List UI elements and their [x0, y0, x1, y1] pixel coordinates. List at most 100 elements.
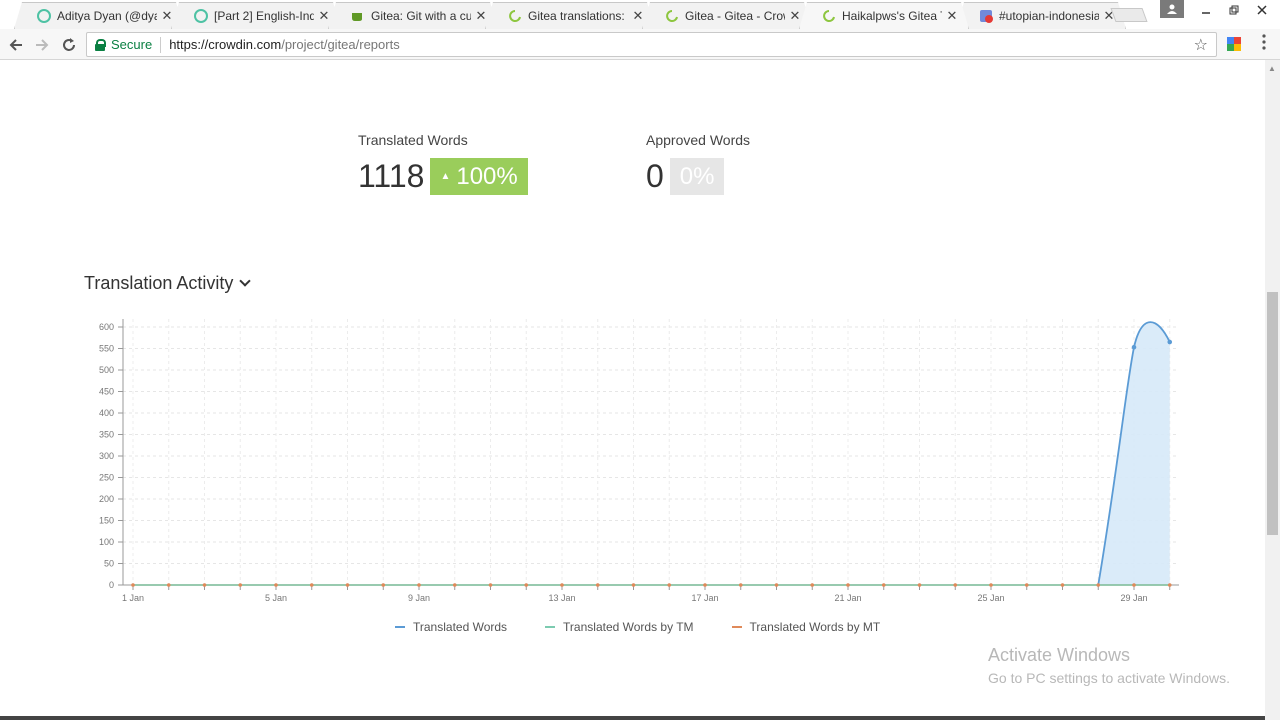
mt-point	[560, 583, 564, 587]
y-tick-label: 500	[99, 365, 114, 375]
chart-legend: Translated Words Translated Words by TM …	[395, 620, 918, 634]
steemit-favicon-icon	[194, 9, 208, 23]
watermark-subtitle: Go to PC settings to activate Windows.	[988, 670, 1230, 686]
tab-title: [Part 2] English-Indo	[214, 9, 314, 23]
browser-tab-5[interactable]: Gitea - Gitea - Crow ✕	[642, 2, 812, 29]
gitea-favicon-icon	[351, 9, 365, 23]
back-arrow-icon[interactable]	[6, 35, 26, 55]
y-tick-label: 200	[99, 494, 114, 504]
watermark-title: Activate Windows	[988, 645, 1131, 665]
legend-label: Translated Words by TM	[563, 620, 694, 634]
mt-point	[667, 583, 672, 587]
y-tick-label: 350	[99, 430, 114, 440]
translation-activity-chart: 0 50 100 150 200 250 300 350 400 450 500 550 600 1 Ja…	[99, 319, 1179, 603]
translated-point	[1167, 339, 1173, 345]
address-bar[interactable]: Secure https://crowdin.com/project/gitea…	[86, 32, 1217, 57]
mt-point	[202, 583, 207, 587]
browser-tab-2[interactable]: [Part 2] English-Indo ✕	[171, 2, 341, 29]
browser-tab-7[interactable]: #utopian-indonesia ✕	[956, 2, 1126, 29]
steemit-favicon-icon	[37, 9, 51, 23]
mt-point	[381, 583, 386, 587]
y-tick-label: 150	[99, 516, 114, 526]
mt-point	[417, 583, 421, 587]
y-tick-label: 550	[99, 344, 114, 354]
browser-tab-3[interactable]: Gitea: Git with a cup ✕	[328, 2, 498, 29]
chat-favicon-icon	[979, 9, 993, 23]
mt-point	[595, 583, 600, 587]
mt-point	[1024, 583, 1029, 587]
browser-tab-1[interactable]: Aditya Dyan (@dyan ✕	[14, 2, 184, 29]
tab-title: Gitea translations: c	[528, 9, 628, 23]
close-tab-icon[interactable]: ✕	[161, 8, 173, 24]
restore-window-icon[interactable]	[1220, 0, 1248, 20]
omnibox-separator	[160, 36, 162, 53]
mt-point	[631, 583, 636, 587]
mt-point	[881, 583, 886, 587]
tab-strip: Aditya Dyan (@dyan ✕ [Part 2] English-In…	[0, 0, 1280, 29]
mt-point	[131, 583, 135, 587]
y-tick-label: 300	[99, 451, 114, 461]
windows-activation-watermark: Activate Windows Go to PC settings to ac…	[988, 645, 1230, 686]
close-tab-icon[interactable]: ✕	[475, 8, 487, 24]
extension-icon[interactable]	[1227, 37, 1241, 51]
tab-title: Haikalpws's Gitea Tr	[842, 9, 942, 23]
x-tick-label: 17 Jan	[691, 593, 718, 603]
legend-swatch-tm	[545, 626, 556, 628]
scroll-thumb[interactable]	[1267, 292, 1278, 535]
minimize-window-icon[interactable]	[1192, 0, 1220, 20]
reload-icon[interactable]	[59, 35, 79, 55]
tab-title: Gitea - Gitea - Crow	[685, 9, 785, 23]
mt-point	[774, 583, 779, 587]
y-tick-label: 250	[99, 473, 114, 483]
legend-item-tm[interactable]: Translated Words by TM	[545, 620, 694, 634]
user-profile-icon[interactable]	[1160, 0, 1184, 18]
tab-title: Aditya Dyan (@dyan	[57, 9, 157, 23]
tab-title: Gitea: Git with a cup	[371, 9, 471, 23]
legend-item-mt[interactable]: Translated Words by MT	[731, 620, 881, 634]
mt-point	[989, 583, 993, 587]
close-tab-icon[interactable]: ✕	[946, 8, 958, 24]
tab-title: #utopian-indonesia	[999, 9, 1099, 23]
mt-point	[1132, 583, 1136, 587]
mt-point	[810, 583, 815, 587]
browser-menu-icon[interactable]	[1258, 34, 1270, 50]
legend-item-translated[interactable]: Translated Words	[395, 620, 507, 634]
translated-point	[1131, 344, 1137, 350]
close-tab-icon[interactable]: ✕	[632, 8, 644, 24]
browser-tab-4[interactable]: Gitea translations: c ✕	[485, 2, 655, 29]
mt-point	[1060, 583, 1065, 587]
y-tick-label: 450	[99, 387, 114, 397]
mt-point	[917, 583, 922, 587]
translated-words-area	[1098, 322, 1170, 585]
browser-tab-6-active[interactable]: Haikalpws's Gitea Tr ✕	[799, 2, 969, 29]
crowdin-favicon-icon	[665, 9, 679, 23]
bookmark-star-icon[interactable]: ☆	[1194, 35, 1208, 55]
forward-arrow-icon[interactable]	[32, 35, 52, 55]
y-tick-label: 100	[99, 537, 114, 547]
x-tick-label: 25 Jan	[977, 593, 1004, 603]
legend-swatch-translated	[395, 626, 405, 628]
url-host: https://crowdin.com	[169, 37, 282, 52]
mt-point	[452, 583, 457, 587]
close-tab-icon[interactable]: ✕	[789, 8, 801, 24]
url-path: /project/gitea/reports	[281, 37, 400, 52]
close-tab-icon[interactable]: ✕	[318, 8, 330, 24]
mt-point	[309, 583, 314, 587]
mt-point	[238, 583, 243, 587]
y-tick-label: 600	[99, 322, 114, 332]
y-tick-label: 400	[99, 408, 114, 418]
close-window-icon[interactable]	[1248, 0, 1276, 20]
scroll-up-arrow-icon[interactable]: ▲	[1268, 64, 1276, 73]
browser-toolbar: Secure https://crowdin.com/project/gitea…	[0, 29, 1280, 60]
crowdin-favicon-icon	[508, 9, 522, 23]
legend-label: Translated Words by MT	[749, 620, 881, 634]
mt-point	[488, 583, 493, 587]
bottom-edge	[0, 716, 1265, 720]
mt-point	[1167, 583, 1172, 587]
crowdin-favicon-icon	[822, 9, 836, 23]
mt-point	[846, 583, 850, 587]
mt-point	[953, 583, 958, 587]
page-content: Translated Words 1118 ▲ 100% Approved Wo…	[0, 60, 1265, 720]
page-scrollbar[interactable]: ▲	[1265, 60, 1280, 720]
new-tab-button[interactable]	[1110, 8, 1148, 22]
